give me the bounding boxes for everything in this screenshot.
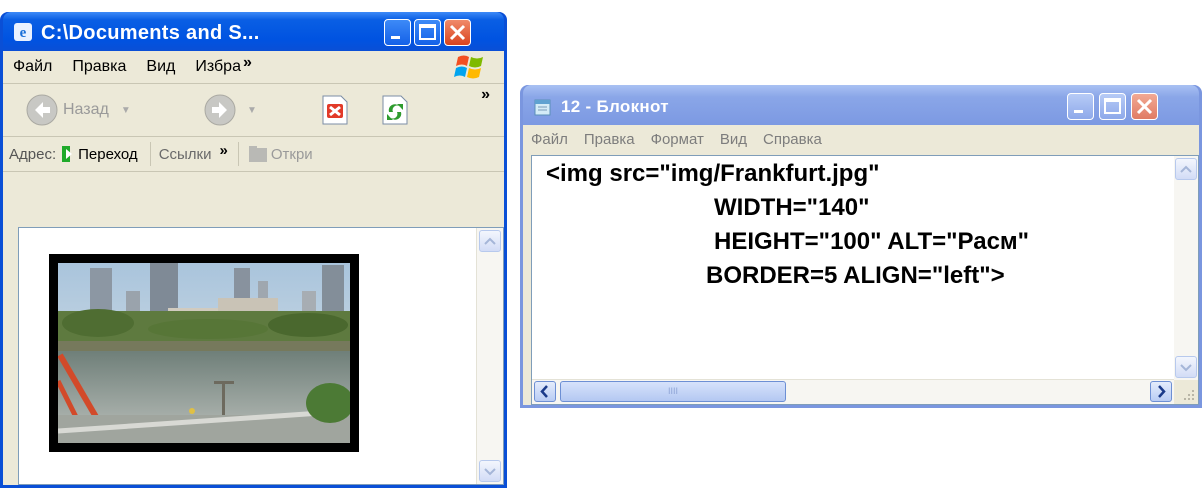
notepad-window-title: 12 - Блокнот [561,97,669,116]
notepad-text-area[interactable]: <img src="img/Frankfurt.jpg" WIDTH="140"… [531,155,1199,405]
ie-icon: e [14,23,32,41]
minimize-icon [1074,110,1083,113]
frankfurt-image [49,254,359,452]
menu-overflow-chevron[interactable]: » [243,54,252,72]
ie-client-area: Файл Правка Вид Избра » Назад ▼ ▼ » Адре… [3,51,504,485]
scroll-down-icon [484,468,496,476]
forward-dropdown-icon[interactable]: ▼ [247,105,257,116]
code-line-3: HEIGHT="100" ALT="Расм" [714,228,1030,255]
minimize-icon [391,36,400,39]
windows-logo-icon [454,55,483,79]
close-button[interactable] [444,19,471,46]
address-label: Адрес: [9,145,57,163]
notepad-titlebar[interactable]: 12 - Блокнот [523,85,1199,125]
links-label[interactable]: Ссылки [159,146,212,163]
np-horizontal-scrollbar[interactable]: IIII [532,379,1174,404]
ie-toolbar: Назад ▼ ▼ » [3,84,504,137]
open-link[interactable]: Откри [271,146,313,163]
np-menu-view[interactable]: Вид [712,131,755,148]
np-menu-file[interactable]: Файл [523,131,576,148]
forward-icon [204,94,236,126]
frankfurt-photo [58,263,350,443]
scroll-up-icon [484,237,496,245]
separator [237,142,239,166]
code-line-2: WIDTH="140" [714,194,870,221]
ie-menubar: Файл Правка Вид Избра » [3,51,504,84]
go-arrow-icon [62,146,73,162]
menu-view[interactable]: Вид [136,58,185,76]
np-maximize-button[interactable] [1099,93,1126,120]
notepad-icon [534,99,551,116]
np-scroll-right-button[interactable] [1150,381,1172,402]
np-menu-edit[interactable]: Правка [576,131,643,148]
forward-button[interactable]: ▼ [203,94,257,126]
scroll-up-button[interactable] [479,230,501,252]
back-button[interactable]: Назад ▼ [25,94,131,126]
toolbar-overflow-chevron[interactable]: » [481,86,490,104]
notepad-menubar: Файл Правка Формат Вид Справка [523,125,1199,153]
close-icon [1136,98,1153,115]
resize-grip[interactable] [1174,380,1198,404]
np-scroll-down-button[interactable] [1175,356,1197,378]
ie-vertical-scrollbar[interactable] [476,228,503,484]
menu-edit[interactable]: Правка [62,58,136,76]
np-close-button[interactable] [1131,93,1158,120]
np-scroll-thumb[interactable]: IIII [560,381,786,402]
scroll-down-icon [1180,364,1192,372]
np-menu-format[interactable]: Формат [643,131,712,148]
maximize-icon [419,24,436,40]
code-line-4: BORDER=5 ALIGN="left"> [706,262,1005,289]
links-overflow-chevron[interactable]: » [220,142,228,159]
back-label: Назад [63,101,109,118]
scroll-up-icon [1180,165,1192,173]
separator [149,142,151,166]
maximize-button[interactable] [414,19,441,46]
go-button[interactable]: Переход [78,146,138,163]
maximize-icon [1104,98,1121,114]
ie-page-content [18,227,504,485]
scroll-right-icon [1158,385,1166,398]
np-menu-help[interactable]: Справка [755,131,830,148]
notepad-client-area: Файл Правка Формат Вид Справка <img src=… [523,125,1199,405]
code-line-1: <img src="img/Frankfurt.jpg" [546,160,880,187]
ie-window-title: C:\Documents and S... [41,22,260,44]
svg-text:e: e [20,25,27,41]
scroll-down-button[interactable] [479,460,501,482]
back-dropdown-icon[interactable]: ▼ [121,105,131,116]
minimize-button[interactable] [384,19,411,46]
ie-window: e C:\Documents and S... Файл Правка Вид … [0,12,507,488]
np-vertical-scrollbar[interactable] [1174,156,1198,380]
np-minimize-button[interactable] [1067,93,1094,120]
stop-icon [322,95,348,125]
scroll-left-icon [540,385,548,398]
menu-favorites[interactable]: Избра [185,58,251,76]
np-scroll-left-button[interactable] [534,381,556,402]
back-icon [26,94,58,126]
ie-titlebar[interactable]: e C:\Documents and S... [3,12,504,51]
refresh-icon [382,95,408,125]
folder-icon [248,146,267,162]
stop-button[interactable] [319,94,351,126]
notepad-window: 12 - Блокнот Файл Правка Формат Вид Спра… [520,85,1202,408]
menu-file[interactable]: Файл [3,58,62,76]
scroll-thumb-grip: IIII [667,386,678,396]
resize-grip-icon [1184,390,1194,400]
close-icon [449,24,466,41]
np-scroll-up-button[interactable] [1175,158,1197,180]
refresh-button[interactable] [379,94,411,126]
ie-address-bar: Адрес: Переход Ссылки » Откри [3,137,504,172]
